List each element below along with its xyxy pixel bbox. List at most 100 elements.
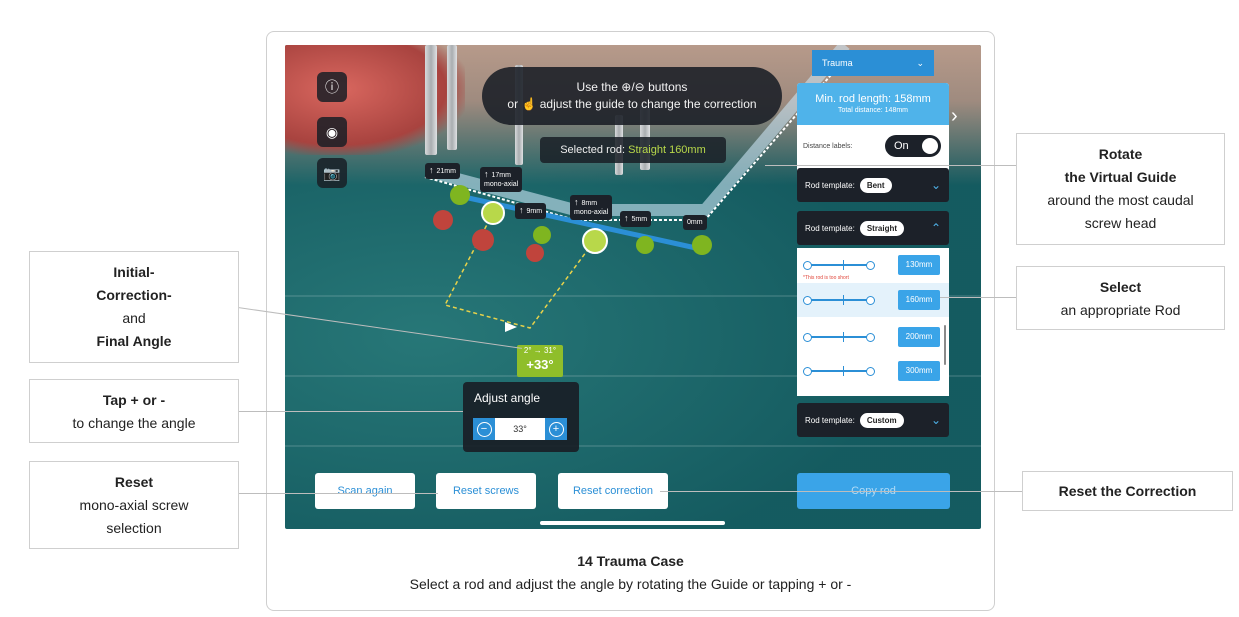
rod-template-label: Rod template: [805,223,855,233]
callout-text: screw head [1084,215,1157,231]
rod-template-bent[interactable]: Rod template: Bent ⌄ [797,168,949,202]
hint-text-2a: or [507,97,519,111]
rod-template-value: Straight [859,220,905,236]
angle-minus-button[interactable]: − [473,418,495,440]
callout-tap: Tap + or - to change the angle [29,379,239,443]
screw-length: 0mm [687,219,703,226]
callout-text: Reset the Correction [1058,483,1197,499]
chevron-down-icon: ⌄ [930,413,941,427]
correction-angle-line [443,212,596,329]
angle-value-field[interactable]: 33° [495,418,545,440]
screw-length-label: 0mm [683,215,707,230]
toggle-label: On [894,140,909,152]
rod-icon [803,332,875,342]
arrow-up-icon: ↑ [574,197,579,207]
callout-text: Initial- [113,264,155,280]
chevron-down-icon: ⌄ [916,57,924,68]
screw-head [582,228,608,254]
screw-type: mono-axial [484,181,519,188]
total-distance: Total distance: 148mm [837,107,909,114]
callout-rotate: Rotate the Virtual Guide around the most… [1016,133,1225,245]
rod-option[interactable]: *This rod is too short 130mm [797,248,949,282]
callout-line [660,491,1022,493]
case-type-dropdown[interactable]: Trauma ⌄ [812,50,934,76]
rod-icon [803,295,875,305]
reset-correction-button[interactable]: Reset correction [558,473,668,509]
screw-head-red [433,210,453,230]
touch-gesture-icon: ☝ [521,97,537,111]
camera-icon: 📷 [323,164,341,181]
hint-text-1a: Use the [576,80,618,94]
rod-length-button[interactable]: 130mm [898,255,940,275]
screw-length: 17mm [491,172,511,179]
angle-stepper[interactable]: − 33° + [473,418,567,440]
distance-labels-text: Distance labels: [803,142,853,150]
screw-length: 5mm [631,216,648,223]
callout-text: mono-axial screw [79,497,189,513]
caption-title: 14 Trauma Case [577,553,684,569]
rod-option-selected[interactable]: 160mm [797,283,949,317]
rod-length-button[interactable]: 200mm [898,327,940,347]
screw-length-label: ↑ 5mm [620,211,652,227]
callout-select: Select an appropriate Rod [1016,266,1225,330]
callout-reset-correction: Reset the Correction [1022,471,1233,511]
rod-list-scrollbar[interactable] [944,325,946,365]
screw-head [533,226,551,244]
rod-option[interactable]: 300mm [797,354,949,388]
arrow-up-icon: ↑ [519,205,524,215]
callout-text: selection [106,520,162,536]
record-button[interactable]: ◉ [317,117,347,147]
scan-again-button[interactable]: Scan again [315,473,415,509]
screw-length: 21mm [436,168,456,175]
callout-reset: Reset mono-axial screw selection [29,461,239,549]
adjust-angle-panel: Adjust angle − 33° + [463,382,579,452]
rod-length-button[interactable]: 300mm [898,361,940,381]
distance-labels-toggle[interactable]: On [885,135,941,157]
distance-labels-row: Distance labels: On [797,125,949,157]
camera-button[interactable]: 📷 [317,158,347,188]
arrow-up-icon: ↑ [624,213,629,223]
angle-value: +33° [526,357,554,372]
callout-line [765,165,1016,167]
chevron-right-icon[interactable]: › [951,105,965,135]
callout-text: Tap + or - [102,392,166,408]
info-button[interactable]: ⓘ [317,72,347,102]
screw-head [450,185,470,205]
callout-text: to change the angle [72,415,196,431]
screw-head [692,235,712,255]
min-rod-length: Min. rod length: 158mm [815,93,931,105]
minus-circle-icon: − [476,421,492,437]
callout-text: Correction- [96,287,172,303]
screw-type: mono-axial [574,209,609,216]
angle-range: 2° → 31° [523,346,557,355]
screw-length-label: ↑ 21mm [425,163,460,179]
callout-line [238,411,463,413]
rod-length-button[interactable]: 160mm [898,290,940,310]
rod-template-straight[interactable]: Rod template: Straight ⌃ [797,211,949,245]
selected-rod-label: Selected rod: Straight 160mm [540,137,726,163]
rod-template-label: Rod template: [805,415,855,425]
home-indicator [540,521,725,525]
angle-plus-button[interactable]: + [545,418,567,440]
screw-head-red [472,229,494,251]
caption-subtitle: Select a rod and adjust the angle by rot… [409,576,852,592]
rod-icon [803,366,875,376]
callout-text: Reset [114,474,154,490]
instruction-hint: Use the ⊕/⊖ buttons or ☝ adjust the guid… [482,67,782,125]
rod-list: *This rod is too short 130mm 160mm 200mm… [797,248,949,396]
rod-template-custom[interactable]: Rod template: Custom ⌄ [797,403,949,437]
screw-length-label: ↑ 8mm mono-axial [570,195,613,220]
toggle-knob [922,138,938,154]
screw-head [636,236,654,254]
minus-circle-icon: ⊖ [634,80,645,94]
rod-length-info: Min. rod length: 158mm Total distance: 1… [797,83,949,125]
plus-circle-icon: ⊕ [621,80,632,94]
callout-text: and [122,310,146,326]
chevron-up-icon: ⌃ [930,221,941,235]
chevron-down-icon: ⌄ [930,178,941,192]
rod-option[interactable]: 200mm [797,320,949,354]
reset-screws-button[interactable]: Reset screws [436,473,536,509]
callout-text: Rotate [1098,146,1143,162]
rod-template-value: Custom [859,412,904,428]
screw-length: 9mm [526,208,543,215]
